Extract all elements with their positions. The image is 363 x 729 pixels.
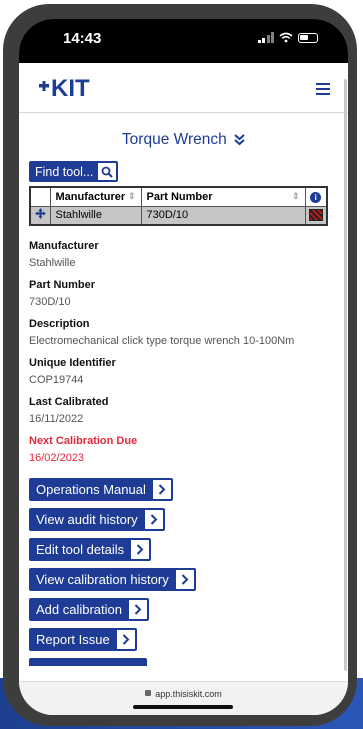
lock-icon <box>145 690 152 696</box>
detail-label-unique-identifier: Unique Identifier <box>29 357 116 369</box>
view-audit-history-button[interactable]: View audit history <box>29 508 165 531</box>
find-tool-button[interactable]: Find tool... <box>29 161 119 182</box>
operations-manual-button[interactable]: Operations Manual <box>29 478 173 501</box>
chevron-right-icon <box>175 570 194 589</box>
detail-value-manufacturer: Stahlwille <box>29 257 76 269</box>
sort-icon[interactable]: ⇕ <box>128 191 136 202</box>
tool-details: Manufacturer Stahlwille Part Number 730D… <box>29 240 338 464</box>
detail-value-part-number: 730D/10 <box>29 296 71 308</box>
phone-screen: 14:43 KIT Torque Wrench Find tool... Man… <box>19 19 348 715</box>
chevron-right-icon <box>129 600 147 619</box>
phone-frame: 14:43 KIT Torque Wrench Find tool... Man… <box>3 4 357 726</box>
table-cell-status <box>304 205 328 226</box>
scrollbar[interactable] <box>344 79 347 671</box>
page-title-text: Torque Wrench <box>121 131 227 148</box>
find-tool-label: Find tool... <box>35 164 94 179</box>
button-label: View calibration history <box>36 572 169 587</box>
view-calibration-history-button[interactable]: View calibration history <box>29 568 196 591</box>
table-header-select <box>29 186 51 207</box>
detail-label-last-calibrated: Last Calibrated <box>29 396 109 408</box>
chevron-right-icon <box>144 510 163 529</box>
button-label: Add calibration <box>36 602 122 617</box>
top-navigation: KIT <box>19 63 348 113</box>
chevron-right-icon <box>116 630 135 649</box>
table-cell-part-number[interactable]: 730D/10 <box>140 205 306 226</box>
browser-url: app.thisiskit.com <box>155 689 222 699</box>
status-time: 14:43 <box>63 30 102 47</box>
battery-icon <box>298 32 318 43</box>
svg-text:KIT: KIT <box>51 75 90 99</box>
detail-value-unique-identifier: COP19744 <box>29 374 84 386</box>
signal-icon <box>257 32 274 43</box>
detail-value-next-calibration-due: 16/02/2023 <box>29 452 85 464</box>
sort-icon[interactable]: ⇕ <box>292 191 300 202</box>
status-hatch-icon <box>308 209 323 222</box>
report-issue-button[interactable]: Report Issue <box>29 628 137 651</box>
edit-tool-details-button[interactable]: Edit tool details <box>29 538 152 561</box>
detail-value-description: Electromechanical click type torque wren… <box>29 335 295 347</box>
button-label: Operations Manual <box>36 482 146 497</box>
button-label: Edit tool details <box>36 542 125 557</box>
status-bar: 14:43 <box>19 19 348 63</box>
wifi-icon <box>279 32 293 43</box>
table-header-manufacturer[interactable]: Manufacturer ⇕ <box>49 186 142 207</box>
table-row[interactable]: Stahlwille 730D/10 <box>29 205 328 226</box>
button-label: View audit history <box>36 512 138 527</box>
double-chevron-down-icon <box>234 134 245 146</box>
main-content: Torque Wrench Find tool... Manufacturer … <box>29 113 338 666</box>
button-label: Report Issue <box>36 632 110 647</box>
info-icon[interactable]: i <box>310 191 322 203</box>
add-calibration-button[interactable]: Add calibration <box>29 598 149 621</box>
table-header-part-number[interactable]: Part Number ⇕ <box>140 186 306 207</box>
column-label: Part Number <box>146 190 213 203</box>
table-cell-manufacturer[interactable]: Stahlwille <box>49 205 142 226</box>
partially-visible-button[interactable] <box>29 658 147 666</box>
detail-label-description: Description <box>29 318 90 330</box>
status-icons <box>257 32 318 43</box>
browser-url-bar[interactable]: app.thisiskit.com <box>19 681 348 715</box>
table-cell-select[interactable] <box>29 205 51 226</box>
table-header-info: i <box>304 186 328 207</box>
tools-table: Manufacturer ⇕ Part Number ⇕ i Stahlwill… <box>29 186 328 226</box>
home-indicator[interactable] <box>133 705 233 709</box>
detail-label-next-calibration-due: Next Calibration Due <box>29 435 138 447</box>
page-title[interactable]: Torque Wrench <box>29 131 338 149</box>
chevron-right-icon <box>131 540 150 559</box>
detail-label-part-number: Part Number <box>29 279 96 291</box>
chevron-right-icon <box>152 480 171 499</box>
detail-value-last-calibrated: 16/11/2022 <box>29 413 84 425</box>
hamburger-menu-icon[interactable] <box>316 83 330 98</box>
detail-label-manufacturer: Manufacturer <box>29 240 99 252</box>
action-buttons: Operations Manual View audit history Edi… <box>29 478 338 666</box>
column-label: Manufacturer <box>55 190 126 203</box>
kit-logo[interactable]: KIT <box>39 75 117 104</box>
table-header-row: Manufacturer ⇕ Part Number ⇕ i <box>29 186 328 207</box>
search-icon <box>98 163 117 180</box>
move-icon[interactable] <box>34 208 46 220</box>
